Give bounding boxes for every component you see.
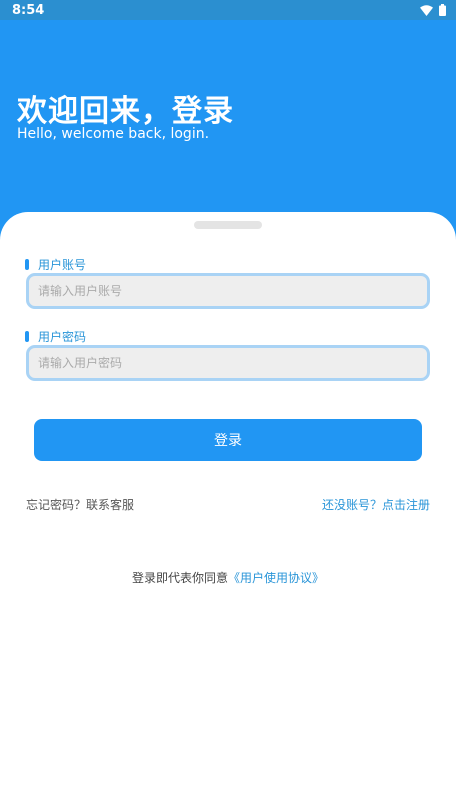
- agreement-text: 登录即代表你同意: [131, 571, 228, 585]
- label-marker: [25, 259, 29, 270]
- login-button[interactable]: 登录: [34, 419, 422, 461]
- password-field-wrapper: [26, 345, 430, 381]
- password-input[interactable]: [29, 348, 427, 378]
- agreement-notice: 登录即代表你同意《用户使用协议》: [0, 569, 456, 586]
- password-label-text: 用户密码: [38, 330, 87, 344]
- password-label: 用户密码: [25, 328, 86, 345]
- username-label: 用户账号: [25, 256, 86, 273]
- login-card: 用户账号 用户密码 登录 忘记密码？联系客服 还没账号？点击注册 登录即代表你同…: [0, 212, 456, 812]
- status-time: 8:54: [12, 2, 45, 18]
- user-agreement-link[interactable]: 《用户使用协议》: [228, 571, 324, 585]
- page-title: 欢迎回来，登录: [17, 94, 234, 129]
- battery-icon: [439, 4, 446, 16]
- register-link[interactable]: 还没账号？点击注册: [322, 496, 430, 513]
- status-bar: 8:54: [0, 0, 456, 20]
- status-icons: [420, 4, 446, 16]
- username-field-wrapper: [26, 273, 430, 309]
- wifi-icon: [420, 4, 433, 16]
- username-label-text: 用户账号: [38, 258, 87, 272]
- label-marker: [25, 331, 29, 342]
- username-input[interactable]: [29, 276, 427, 306]
- forgot-password-link[interactable]: 忘记密码？联系客服: [26, 496, 134, 513]
- drag-handle: [194, 221, 262, 229]
- page-subtitle: Hello, welcome back, login.: [17, 126, 210, 142]
